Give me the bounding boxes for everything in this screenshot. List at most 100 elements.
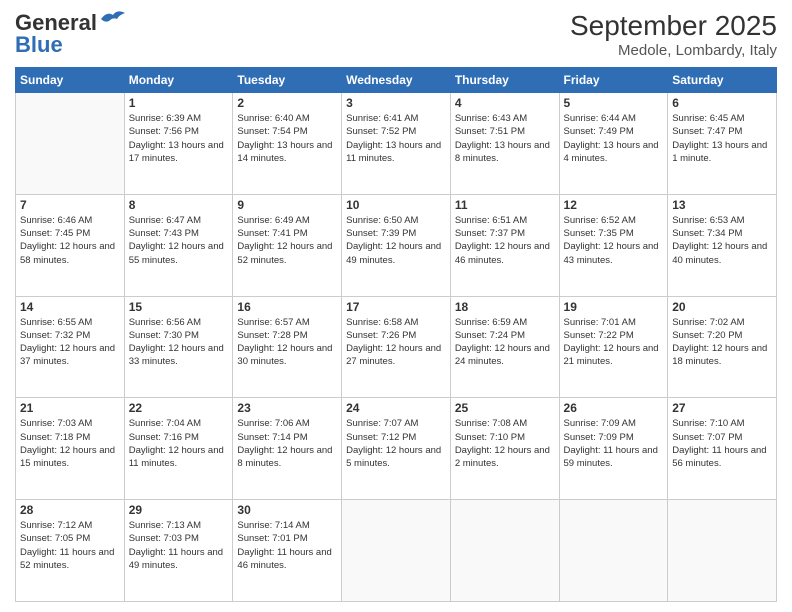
day-number: 27 [672,401,772,415]
day-info: Sunrise: 6:51 AMSunset: 7:37 PMDaylight:… [455,214,555,267]
day-info: Sunrise: 6:59 AMSunset: 7:24 PMDaylight:… [455,316,555,369]
day-info: Sunrise: 7:03 AMSunset: 7:18 PMDaylight:… [20,417,120,470]
day-info: Sunrise: 6:47 AMSunset: 7:43 PMDaylight:… [129,214,229,267]
day-number: 23 [237,401,337,415]
header-wednesday: Wednesday [342,68,451,93]
day-info: Sunrise: 6:56 AMSunset: 7:30 PMDaylight:… [129,316,229,369]
logo: General Blue [15,10,127,58]
calendar-cell: 22 Sunrise: 7:04 AMSunset: 7:16 PMDayligh… [124,398,233,500]
day-number: 7 [20,198,120,212]
day-number: 10 [346,198,446,212]
day-info: Sunrise: 6:52 AMSunset: 7:35 PMDaylight:… [564,214,664,267]
calendar-cell: 24 Sunrise: 7:07 AMSunset: 7:12 PMDayligh… [342,398,451,500]
calendar-cell: 30 Sunrise: 7:14 AMSunset: 7:01 PMDayligh… [233,500,342,602]
day-number: 25 [455,401,555,415]
day-number: 19 [564,300,664,314]
calendar-cell: 9 Sunrise: 6:49 AMSunset: 7:41 PMDaylight… [233,194,342,296]
day-number: 14 [20,300,120,314]
day-number: 22 [129,401,229,415]
calendar-cell: 19Sunrise: 7:01 AMSunset: 7:22 PMDayligh… [559,296,668,398]
calendar-header-row: Sunday Monday Tuesday Wednesday Thursday… [16,68,777,93]
day-number: 30 [237,503,337,517]
calendar-cell: 2Sunrise: 6:40 AMSunset: 7:54 PMDaylight… [233,93,342,195]
calendar-cell: 21Sunrise: 7:03 AMSunset: 7:18 PMDayligh… [16,398,125,500]
day-info: Sunrise: 7:02 AMSunset: 7:20 PMDaylight:… [672,316,772,369]
day-number: 29 [129,503,229,517]
header-sunday: Sunday [16,68,125,93]
logo-bird-icon [99,9,127,29]
calendar-cell: 17 Sunrise: 6:58 AMSunset: 7:26 PMDayligh… [342,296,451,398]
day-number: 3 [346,96,446,110]
calendar-cell: 10Sunrise: 6:50 AMSunset: 7:39 PMDayligh… [342,194,451,296]
calendar-cell: 29 Sunrise: 7:13 AMSunset: 7:03 PMDayligh… [124,500,233,602]
day-info: Sunrise: 6:40 AMSunset: 7:54 PMDaylight:… [237,112,337,165]
day-info: Sunrise: 6:46 AMSunset: 7:45 PMDaylight:… [20,214,120,267]
day-info: Sunrise: 6:57 AMSunset: 7:28 PMDaylight:… [237,316,337,369]
day-info: Sunrise: 6:58 AMSunset: 7:26 PMDaylight:… [346,316,446,369]
day-number: 6 [672,96,772,110]
page-subtitle: Medole, Lombardy, Italy [570,42,777,59]
day-info: Sunrise: 6:53 AMSunset: 7:34 PMDaylight:… [672,214,772,267]
day-number: 18 [455,300,555,314]
calendar-cell: 12Sunrise: 6:52 AMSunset: 7:35 PMDayligh… [559,194,668,296]
calendar-cell: 1 Sunrise: 6:39 AMSunset: 7:56 PMDaylight… [124,93,233,195]
day-info: Sunrise: 7:13 AMSunset: 7:03 PMDaylight:… [129,519,229,572]
day-number: 11 [455,198,555,212]
day-info: Sunrise: 6:41 AMSunset: 7:52 PMDaylight:… [346,112,446,165]
day-number: 26 [564,401,664,415]
day-info: Sunrise: 7:04 AMSunset: 7:16 PMDaylight:… [129,417,229,470]
calendar-cell: 28Sunrise: 7:12 AMSunset: 7:05 PMDayligh… [16,500,125,602]
day-info: Sunrise: 6:45 AMSunset: 7:47 PMDaylight:… [672,112,772,165]
day-number: 5 [564,96,664,110]
calendar-cell: 26 Sunrise: 7:09 AMSunset: 7:09 PMDayligh… [559,398,668,500]
day-number: 9 [237,198,337,212]
day-info: Sunrise: 6:43 AMSunset: 7:51 PMDaylight:… [455,112,555,165]
calendar-cell: 25Sunrise: 7:08 AMSunset: 7:10 PMDayligh… [450,398,559,500]
page-title: September 2025 [570,10,777,42]
calendar-week-3: 21Sunrise: 7:03 AMSunset: 7:18 PMDayligh… [16,398,777,500]
day-info: Sunrise: 7:07 AMSunset: 7:12 PMDaylight:… [346,417,446,470]
calendar-cell: 5Sunrise: 6:44 AMSunset: 7:49 PMDaylight… [559,93,668,195]
header: General Blue September 2025 Medole, Lomb… [15,10,777,59]
calendar-cell: 27Sunrise: 7:10 AMSunset: 7:07 PMDayligh… [668,398,777,500]
calendar-cell: 4Sunrise: 6:43 AMSunset: 7:51 PMDaylight… [450,93,559,195]
day-number: 28 [20,503,120,517]
calendar-cell: 23 Sunrise: 7:06 AMSunset: 7:14 PMDayligh… [233,398,342,500]
calendar-cell [668,500,777,602]
calendar-cell: 8Sunrise: 6:47 AMSunset: 7:43 PMDaylight… [124,194,233,296]
day-info: Sunrise: 6:49 AMSunset: 7:41 PMDaylight:… [237,214,337,267]
calendar-cell: 13 Sunrise: 6:53 AMSunset: 7:34 PMDayligh… [668,194,777,296]
day-number: 17 [346,300,446,314]
day-number: 24 [346,401,446,415]
calendar-week-2: 14 Sunrise: 6:55 AMSunset: 7:32 PMDayligh… [16,296,777,398]
day-info: Sunrise: 6:55 AMSunset: 7:32 PMDaylight:… [20,316,120,369]
calendar-cell: 14 Sunrise: 6:55 AMSunset: 7:32 PMDayligh… [16,296,125,398]
day-number: 13 [672,198,772,212]
calendar-cell: 18 Sunrise: 6:59 AMSunset: 7:24 PMDayligh… [450,296,559,398]
header-saturday: Saturday [668,68,777,93]
day-info: Sunrise: 7:06 AMSunset: 7:14 PMDaylight:… [237,417,337,470]
calendar-cell: 16 Sunrise: 6:57 AMSunset: 7:28 PMDayligh… [233,296,342,398]
calendar-week-4: 28Sunrise: 7:12 AMSunset: 7:05 PMDayligh… [16,500,777,602]
calendar-cell [450,500,559,602]
title-block: September 2025 Medole, Lombardy, Italy [570,10,777,59]
logo-blue-text: Blue [15,32,63,58]
day-info: Sunrise: 7:14 AMSunset: 7:01 PMDaylight:… [237,519,337,572]
calendar-cell: 11 Sunrise: 6:51 AMSunset: 7:37 PMDayligh… [450,194,559,296]
calendar-cell: 6 Sunrise: 6:45 AMSunset: 7:47 PMDaylight… [668,93,777,195]
header-monday: Monday [124,68,233,93]
calendar-week-0: 1 Sunrise: 6:39 AMSunset: 7:56 PMDaylight… [16,93,777,195]
calendar-cell [559,500,668,602]
day-info: Sunrise: 6:39 AMSunset: 7:56 PMDaylight:… [129,112,229,165]
calendar-table: Sunday Monday Tuesday Wednesday Thursday… [15,67,777,602]
calendar-week-1: 7 Sunrise: 6:46 AMSunset: 7:45 PMDaylight… [16,194,777,296]
calendar-cell [342,500,451,602]
calendar-cell: 15Sunrise: 6:56 AMSunset: 7:30 PMDayligh… [124,296,233,398]
day-number: 16 [237,300,337,314]
header-thursday: Thursday [450,68,559,93]
day-info: Sunrise: 7:09 AMSunset: 7:09 PMDaylight:… [564,417,664,470]
calendar-cell: 7 Sunrise: 6:46 AMSunset: 7:45 PMDaylight… [16,194,125,296]
calendar-cell: 3 Sunrise: 6:41 AMSunset: 7:52 PMDaylight… [342,93,451,195]
day-number: 1 [129,96,229,110]
header-friday: Friday [559,68,668,93]
